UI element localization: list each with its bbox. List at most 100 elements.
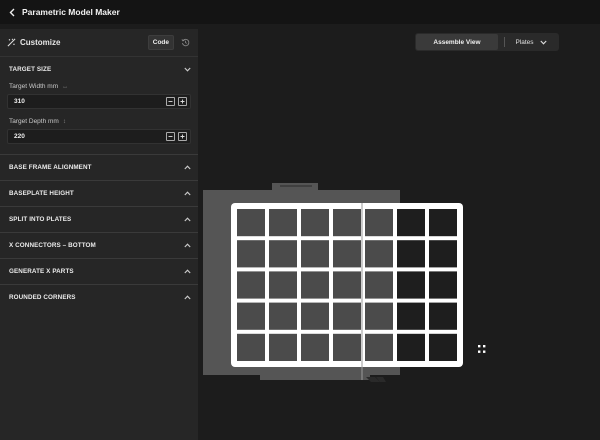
baseplate-cell — [397, 333, 425, 361]
section-base-frame-alignment: BASE FRAME ALIGNMENT — [0, 155, 198, 181]
baseplate-cell — [333, 209, 361, 237]
baseplate-cell — [429, 240, 457, 268]
chevron-up-icon — [183, 165, 191, 170]
section-header-split-into-plates[interactable]: SPLIT INTO PLATES — [0, 207, 198, 232]
minus-icon — [168, 101, 173, 102]
sidebar-header: Customize Code — [0, 29, 198, 57]
target-depth-increment-button[interactable] — [178, 132, 187, 141]
target-depth-value[interactable]: 220 — [14, 133, 163, 140]
section-rounded-corners: ROUNDED CORNERS — [0, 285, 198, 310]
target-depth-label-text: Target Depth mm — [9, 118, 59, 125]
plus-icon — [180, 99, 185, 104]
target-depth-decrement-button[interactable] — [166, 132, 175, 141]
section-title: BASE FRAME ALIGNMENT — [9, 164, 92, 171]
baseplate-cell — [429, 333, 457, 361]
chevron-left-icon — [9, 8, 15, 16]
baseplate-cell — [365, 333, 393, 361]
section-header-baseplate-height[interactable]: BASEPLATE HEIGHT — [0, 181, 198, 206]
target-width-increment-button[interactable] — [178, 97, 187, 106]
baseplate-cell — [365, 271, 393, 299]
target-width-value[interactable]: 310 — [14, 98, 163, 105]
chevron-up-icon — [183, 243, 191, 248]
section-title: ROUNDED CORNERS — [9, 294, 76, 301]
code-button[interactable]: Code — [147, 35, 174, 50]
plates-label: Plates — [515, 38, 534, 46]
target-width-label-text: Target Width mm — [9, 83, 59, 90]
history-icon — [181, 38, 189, 47]
section-header-base-frame-alignment[interactable]: BASE FRAME ALIGNMENT — [0, 155, 198, 180]
section-title: GENERATE X PARTS — [9, 268, 74, 275]
target-width-label: Target Width mm ↔ — [9, 83, 191, 90]
baseplate-cell — [429, 271, 457, 299]
target-depth-label: Target Depth mm ↕ — [9, 118, 191, 125]
baseplate-cell — [397, 302, 425, 330]
baseplate-cell — [429, 209, 457, 237]
baseplate-cell — [333, 240, 361, 268]
section-split-into-plates: SPLIT INTO PLATES — [0, 207, 198, 233]
vertical-arrows-icon: ↕ — [62, 118, 66, 125]
baseplate-cell — [237, 209, 265, 237]
section-generate-x-parts: GENERATE X PARTS — [0, 259, 198, 285]
baseplate-cell — [269, 240, 297, 268]
target-depth-field[interactable]: 220 — [7, 129, 191, 144]
baseplate-cell — [301, 333, 329, 361]
horizontal-arrows-icon: ↔ — [62, 83, 69, 90]
section-target-size: TARGET SIZE Target Width mm ↔ 310 Target… — [0, 57, 198, 155]
section-header-target-size[interactable]: TARGET SIZE — [0, 57, 198, 82]
baseplate-cell — [301, 302, 329, 330]
baseplate-cell — [301, 209, 329, 237]
plate-logo-icon — [366, 377, 386, 382]
baseplate-cell — [237, 240, 265, 268]
baseplate-cell — [237, 302, 265, 330]
baseplate-cell — [397, 271, 425, 299]
sidebar-title: Customize — [20, 38, 61, 47]
section-header-rounded-corners[interactable]: ROUNDED CORNERS — [0, 285, 198, 310]
baseplate-cell — [429, 302, 457, 330]
plates-dropdown[interactable]: Plates — [505, 38, 558, 46]
section-header-x-connectors-bottom[interactable]: X CONNECTORS – BOTTOM — [0, 233, 198, 258]
baseplate-cell — [269, 271, 297, 299]
chevron-down-icon — [540, 40, 547, 45]
baseplate-cell — [397, 240, 425, 268]
section-title: BASEPLATE HEIGHT — [9, 190, 74, 197]
section-header-generate-x-parts[interactable]: GENERATE X PARTS — [0, 259, 198, 284]
target-width-field[interactable]: 310 — [7, 94, 191, 109]
baseplate-cell — [301, 240, 329, 268]
baseplate-cell — [301, 271, 329, 299]
section-x-connectors-bottom: X CONNECTORS – BOTTOM — [0, 233, 198, 259]
chevron-up-icon — [183, 217, 191, 222]
baseplate-cell — [333, 271, 361, 299]
top-bar: Parametric Model Maker — [0, 0, 600, 24]
model-viewport[interactable] — [200, 60, 600, 440]
baseplate-cell — [333, 333, 361, 361]
baseplate-cell — [397, 209, 425, 237]
section-title: SPLIT INTO PLATES — [9, 216, 72, 223]
customize-icon — [7, 38, 16, 47]
baseplate-cell — [237, 271, 265, 299]
customize-sidebar: Customize Code TARGET SIZE Target Width … — [0, 29, 198, 440]
target-size-body: Target Width mm ↔ 310 Target Depth mm ↕ … — [0, 83, 198, 154]
history-button[interactable] — [178, 36, 192, 50]
section-baseplate-height: BASEPLATE HEIGHT — [0, 181, 198, 207]
chevron-down-icon — [183, 67, 191, 72]
baseplate-cell — [237, 333, 265, 361]
chevron-up-icon — [183, 295, 191, 300]
minus-icon — [168, 136, 173, 137]
app-title: Parametric Model Maker — [22, 7, 120, 17]
baseplate-cell — [269, 302, 297, 330]
drag-handle-icon[interactable] — [478, 345, 486, 354]
baseplate-cell — [333, 302, 361, 330]
chevron-up-icon — [183, 191, 191, 196]
section-title: TARGET SIZE — [9, 66, 52, 73]
plus-icon — [180, 134, 185, 139]
baseplate-cell — [269, 209, 297, 237]
back-button[interactable] — [6, 5, 18, 19]
baseplate-cells — [237, 209, 457, 361]
section-title: X CONNECTORS – BOTTOM — [9, 242, 96, 249]
baseplate-cell — [365, 209, 393, 237]
target-width-decrement-button[interactable] — [166, 97, 175, 106]
chevron-up-icon — [183, 269, 191, 274]
assemble-view-button[interactable]: Assemble View — [416, 34, 498, 50]
baseplate-cell — [365, 240, 393, 268]
view-toggle: Assemble View Plates — [415, 33, 559, 51]
